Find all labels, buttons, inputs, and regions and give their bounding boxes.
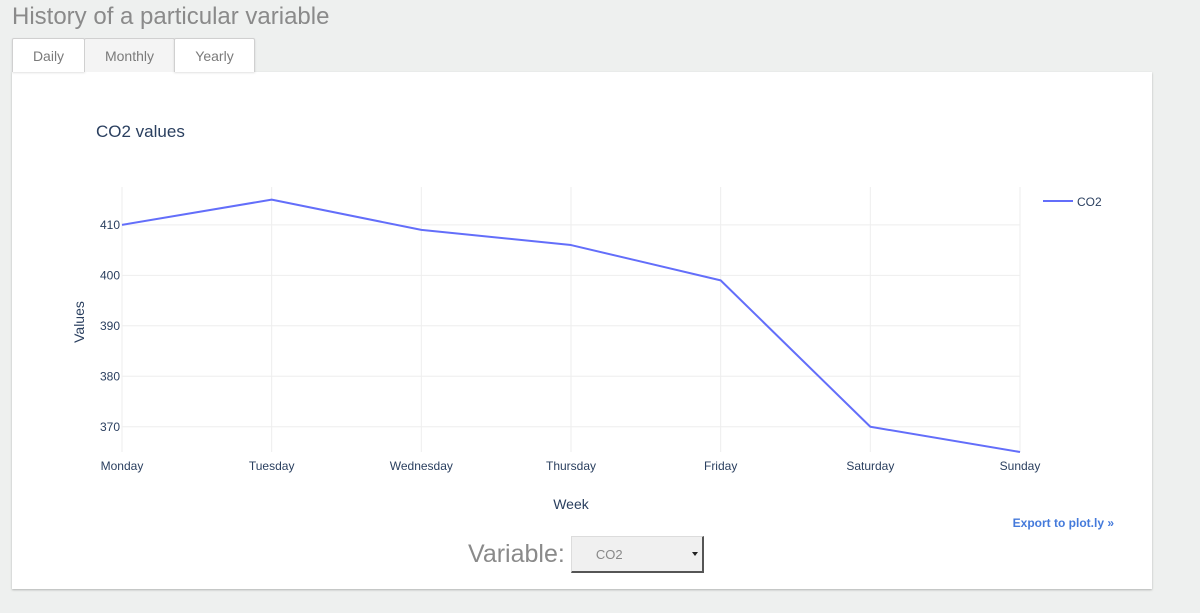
x-tick-labels: Monday Tuesday Wednesday Thursday Friday Satu… [101, 459, 1041, 473]
x-tick-label: Tuesday [249, 459, 295, 473]
chart-title: CO2 values [96, 122, 185, 141]
line-chart[interactable]: CO2 values Week Values 370 380 390 400 410 M… [12, 72, 1152, 532]
x-tick-label: Thursday [546, 459, 596, 473]
variable-selected-value: CO2 [595, 546, 623, 562]
x-tick-label: Saturday [846, 459, 894, 473]
x-tick-label: Monday [101, 459, 144, 473]
legend-label-co2: CO2 [1077, 195, 1102, 209]
chevron-down-icon [691, 552, 698, 556]
data-point[interactable] [1018, 450, 1022, 454]
y-tick-labels: 370 380 390 400 410 [100, 218, 120, 434]
data-point[interactable] [719, 278, 723, 282]
y-axis-label: Values [71, 301, 87, 343]
variable-label: Variable: [468, 540, 565, 568]
x-tick-label: Friday [704, 459, 737, 473]
y-tick-label: 390 [100, 319, 120, 333]
data-point[interactable] [569, 243, 573, 247]
y-tick-label: 370 [100, 420, 120, 434]
tab-daily[interactable]: Daily [12, 38, 85, 72]
y-tick-label: 400 [100, 268, 120, 282]
data-point[interactable] [270, 198, 274, 202]
variable-dropdown[interactable]: CO2 [570, 536, 704, 573]
data-point[interactable] [120, 223, 124, 227]
chart-card: CO2 values Week Values 370 380 390 400 410 M… [12, 72, 1152, 589]
page-title: History of a particular variable [12, 3, 330, 30]
x-axis-label: Week [553, 496, 590, 512]
grid-lines [121, 187, 1021, 452]
data-point[interactable] [419, 228, 423, 232]
tab-monthly[interactable]: Monthly [84, 38, 175, 72]
y-tick-label: 410 [100, 218, 120, 232]
data-point[interactable] [868, 425, 872, 429]
variable-selector: Variable: CO2 [468, 536, 704, 573]
y-tick-label: 380 [100, 369, 120, 383]
tab-yearly[interactable]: Yearly [174, 38, 255, 72]
tab-bar: Daily Monthly Yearly [12, 38, 255, 72]
export-to-plotly-link[interactable]: Export to plot.ly » [1013, 516, 1114, 530]
x-tick-label: Sunday [1000, 459, 1041, 473]
legend[interactable]: CO2 [1043, 195, 1102, 209]
x-tick-label: Wednesday [390, 459, 453, 473]
